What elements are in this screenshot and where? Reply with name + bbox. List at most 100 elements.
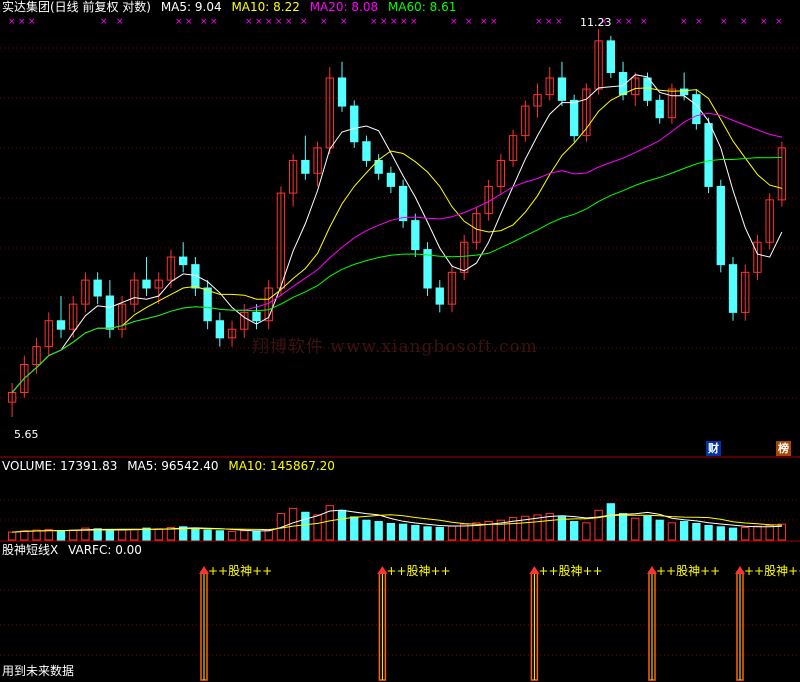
ma60-label: MA60: 8.61 (387, 0, 457, 14)
price-candle-46 (570, 99, 579, 137)
price-candle-7 (93, 279, 102, 297)
price-candle-49 (606, 40, 615, 74)
top-marker-2: × (28, 17, 36, 27)
volume-bar-59 (728, 527, 738, 541)
volume-bar-60 (741, 526, 750, 541)
price-candle-52 (643, 77, 652, 101)
volume-bar-29 (362, 519, 371, 541)
main-header: 实达集团(日线 前复权 对数) MA5: 9.04 MA10: 8.22 MA2… (2, 0, 462, 14)
top-marker-38: × (775, 17, 783, 27)
ma10-label: MA10: 8.22 (231, 0, 300, 14)
volume-bar-17 (215, 530, 224, 541)
top-marker-16: × (340, 17, 348, 27)
top-marker-19: × (390, 17, 398, 27)
volume-ma5: MA5: 96542.40 (127, 459, 219, 473)
price-candle-4 (56, 320, 66, 330)
watermark: 翔博软件 www.xiangbosoft.com (252, 337, 538, 357)
price-low-label: 5.65 (14, 428, 39, 441)
price-candle-27 (337, 77, 347, 107)
top-marker-6: × (185, 17, 193, 27)
volume-ma5-line (12, 509, 782, 533)
volume-bar-33 (411, 524, 420, 541)
volume-bar-51 (631, 517, 640, 541)
top-marker-15: × (320, 17, 328, 27)
stock-chart-window: × × × × × × × × × × × × × × × × × × × × × × × × × × × × × × × × × × × × × × × +… (0, 0, 800, 682)
top-marker-10: × (255, 17, 263, 27)
volume-bar-8 (105, 528, 115, 541)
top-marker-18: × (380, 17, 388, 27)
top-marker-22: × (450, 17, 458, 27)
top-marker-0: × (8, 17, 16, 27)
top-marker-30: × (615, 17, 623, 27)
volume-bar-35 (435, 526, 444, 541)
volume-bar-62 (765, 524, 774, 541)
volume-ma10-line (12, 514, 782, 533)
volume-bar-54 (667, 522, 677, 541)
volume-bar-28 (350, 516, 359, 541)
volume-header: VOLUME: 17391.83 MA5: 96542.40 MA10: 145… (2, 459, 341, 473)
top-marker-32: × (640, 17, 648, 27)
top-marker-34: × (695, 17, 703, 27)
volume-bar-2 (32, 529, 41, 541)
volume-bar-57 (704, 524, 713, 541)
volume-bar-47 (582, 522, 591, 541)
volume-bar-31 (386, 523, 396, 541)
top-marker-17: × (370, 17, 378, 27)
price-candle-56 (692, 94, 701, 125)
volume-bar-15 (191, 527, 200, 541)
price-candle-53 (655, 99, 664, 119)
price-candle-31 (386, 172, 396, 187)
price-candle-33 (411, 220, 420, 251)
top-marker-35: × (720, 17, 728, 27)
price-candle-8 (105, 295, 115, 330)
price-candle-58 (716, 185, 725, 266)
top-marker-36: × (740, 17, 748, 27)
top-marker-9: × (245, 17, 253, 27)
volume-bar-21 (264, 529, 273, 541)
volume-bar-9 (117, 529, 127, 541)
price-candle-20 (252, 311, 261, 322)
price-candle-29 (362, 141, 371, 161)
price-candle-11 (142, 279, 151, 289)
signal-label-3: ++股神++ (656, 564, 720, 578)
volume-title: VOLUME: 17391.83 (2, 459, 118, 473)
volume-bar-19 (240, 530, 249, 541)
volume-bar-46 (570, 521, 579, 541)
volume-bar-50 (618, 513, 628, 541)
volume-bar-61 (753, 525, 762, 541)
price-high-label: 11.23 (580, 16, 612, 29)
volume-bar-53 (655, 519, 664, 541)
volume-bar-44 (545, 513, 554, 541)
volume-bar-16 (203, 529, 212, 541)
signal-title: 股神短线X (2, 543, 59, 557)
price-candle-17 (215, 320, 224, 339)
top-marker-12: × (275, 17, 283, 27)
top-marker-14: × (300, 17, 308, 27)
volume-bar-32 (398, 523, 408, 541)
price-candle-32 (398, 185, 408, 222)
volume-ma10: MA10: 145867.20 (228, 459, 335, 473)
top-marker-7: × (200, 17, 208, 27)
ranking-badge[interactable]: 榜 (776, 441, 791, 456)
volume-bar-36 (447, 525, 457, 541)
price-candle-24 (301, 159, 310, 174)
volume-bar-5 (69, 529, 78, 541)
volume-bar-56 (692, 523, 701, 541)
volume-bar-55 (679, 521, 689, 541)
ma60-line (11, 156, 782, 393)
top-marker-1: × (18, 17, 26, 27)
top-marker-13: × (285, 17, 293, 27)
price-candle-57 (704, 123, 713, 187)
volume-bar-27 (337, 509, 347, 541)
price-candle-35 (435, 287, 444, 305)
volume-bar-0 (7, 531, 17, 541)
price-candle-55 (679, 88, 689, 96)
top-marker-3: × (100, 17, 108, 27)
volume-bar-4 (56, 530, 66, 541)
top-marker-11: × (265, 17, 273, 27)
price-candle-59 (728, 264, 738, 313)
finance-badge[interactable]: 财 (706, 441, 721, 456)
volume-bar-18 (227, 530, 237, 541)
top-marker-8: × (210, 17, 218, 27)
volume-bar-30 (374, 521, 383, 541)
